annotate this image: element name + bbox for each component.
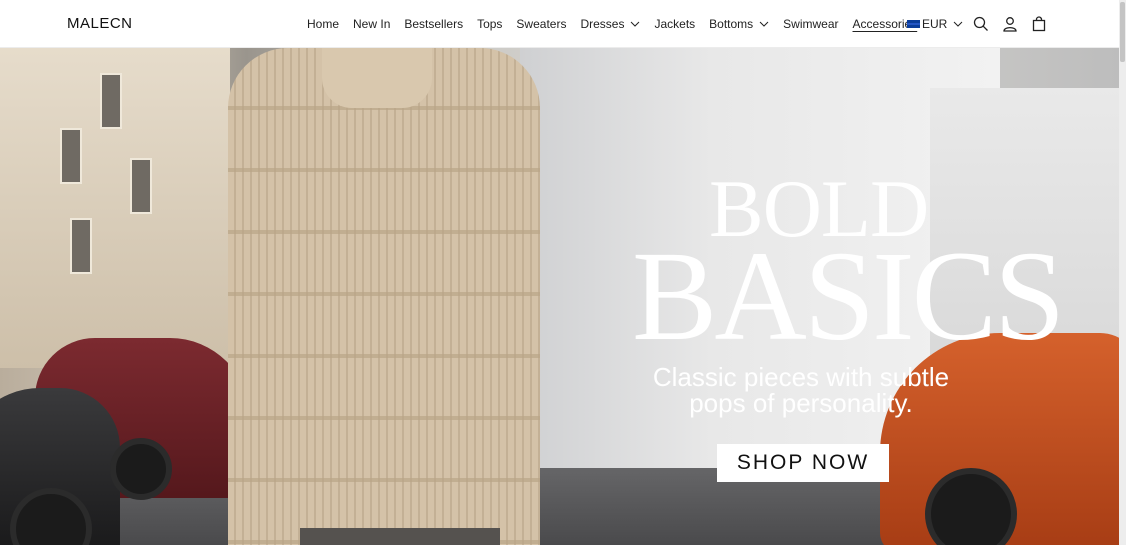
chevron-down-icon bbox=[631, 21, 640, 27]
building-window bbox=[130, 158, 152, 214]
nav-label: Tops bbox=[477, 17, 503, 31]
building-window bbox=[60, 128, 82, 184]
hero-model-pants bbox=[300, 528, 500, 545]
chevron-down-icon bbox=[953, 21, 963, 27]
header-actions bbox=[971, 0, 1058, 48]
nav-item-bestsellers[interactable]: Bestsellers bbox=[404, 17, 463, 31]
search-icon[interactable] bbox=[971, 14, 991, 34]
hero-model-sweater bbox=[228, 48, 540, 545]
nav-item-jackets[interactable]: Jackets bbox=[654, 17, 695, 31]
nav-label: Home bbox=[307, 17, 340, 31]
hero-subtitle: Classic pieces with subtle pops of perso… bbox=[652, 362, 950, 418]
nav-label: Sweaters bbox=[516, 17, 567, 31]
car-wheel bbox=[110, 438, 172, 500]
hero-headline-line2: BASICS bbox=[632, 225, 1065, 367]
nav-label: Bottoms bbox=[709, 17, 754, 31]
building-window bbox=[70, 218, 92, 274]
nav-label: Bestsellers bbox=[404, 17, 464, 31]
nav-item-bottoms[interactable]: Bottoms bbox=[709, 17, 769, 31]
chevron-down-icon bbox=[759, 21, 769, 27]
nav-label: Swimwear bbox=[783, 17, 839, 31]
site-header: MALECN Home New In Bestsellers Tops Swea… bbox=[0, 0, 1119, 48]
currency-selector[interactable]: EUR bbox=[907, 0, 963, 48]
building-window bbox=[100, 73, 122, 129]
page-scrollbar[interactable] bbox=[1119, 0, 1126, 545]
nav-label: Dresses bbox=[580, 17, 625, 31]
nav-item-dresses[interactable]: Dresses bbox=[580, 17, 640, 31]
hero-background-building bbox=[0, 48, 230, 368]
scrollbar-thumb[interactable] bbox=[1120, 2, 1125, 62]
nav-item-sweaters[interactable]: Sweaters bbox=[516, 17, 566, 31]
eu-flag-icon bbox=[907, 20, 920, 28]
nav-item-home[interactable]: Home bbox=[307, 17, 339, 31]
nav-label: Jackets bbox=[654, 17, 696, 31]
user-icon[interactable] bbox=[1000, 14, 1020, 34]
main-nav: Home New In Bestsellers Tops Sweaters Dr… bbox=[300, 0, 924, 48]
shop-now-button[interactable]: SHOP NOW bbox=[717, 444, 889, 482]
nav-item-swimwear[interactable]: Swimwear bbox=[783, 17, 838, 31]
brand-logo[interactable]: MALECN bbox=[67, 15, 133, 32]
bag-icon[interactable] bbox=[1029, 14, 1049, 34]
currency-code: EUR bbox=[922, 17, 948, 31]
hero-model-collar bbox=[322, 48, 432, 108]
nav-item-tops[interactable]: Tops bbox=[477, 17, 502, 31]
nav-label: New In bbox=[353, 17, 391, 31]
nav-item-new-in[interactable]: New In bbox=[353, 17, 390, 31]
